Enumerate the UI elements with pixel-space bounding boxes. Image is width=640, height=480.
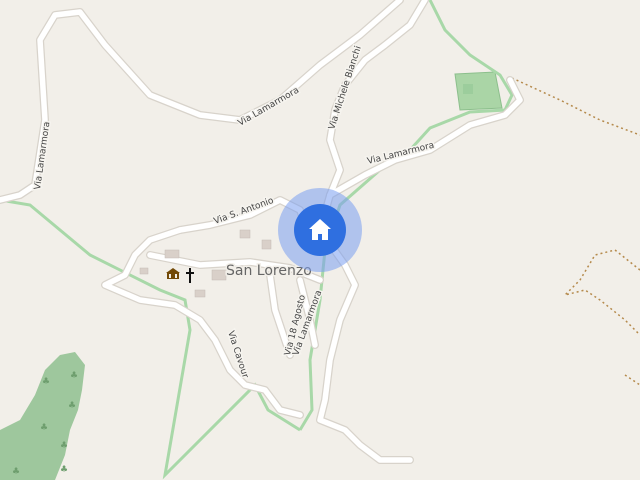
svg-text:♣: ♣ bbox=[70, 371, 78, 381]
svg-text:♣: ♣ bbox=[40, 423, 48, 433]
park-area bbox=[454, 71, 503, 111]
svg-text:♣: ♣ bbox=[42, 377, 50, 387]
svg-text:♣: ♣ bbox=[60, 465, 68, 475]
svg-text:♣: ♣ bbox=[60, 441, 68, 451]
svg-text:♣: ♣ bbox=[12, 467, 20, 477]
location-marker[interactable] bbox=[278, 188, 362, 272]
svg-text:♣: ♣ bbox=[68, 401, 76, 411]
map-canvas[interactable]: ♣ ♣ ♣ ♣ ♣ ♣ ♣ Via Lamarmora Via Lamarmora V… bbox=[0, 0, 640, 480]
